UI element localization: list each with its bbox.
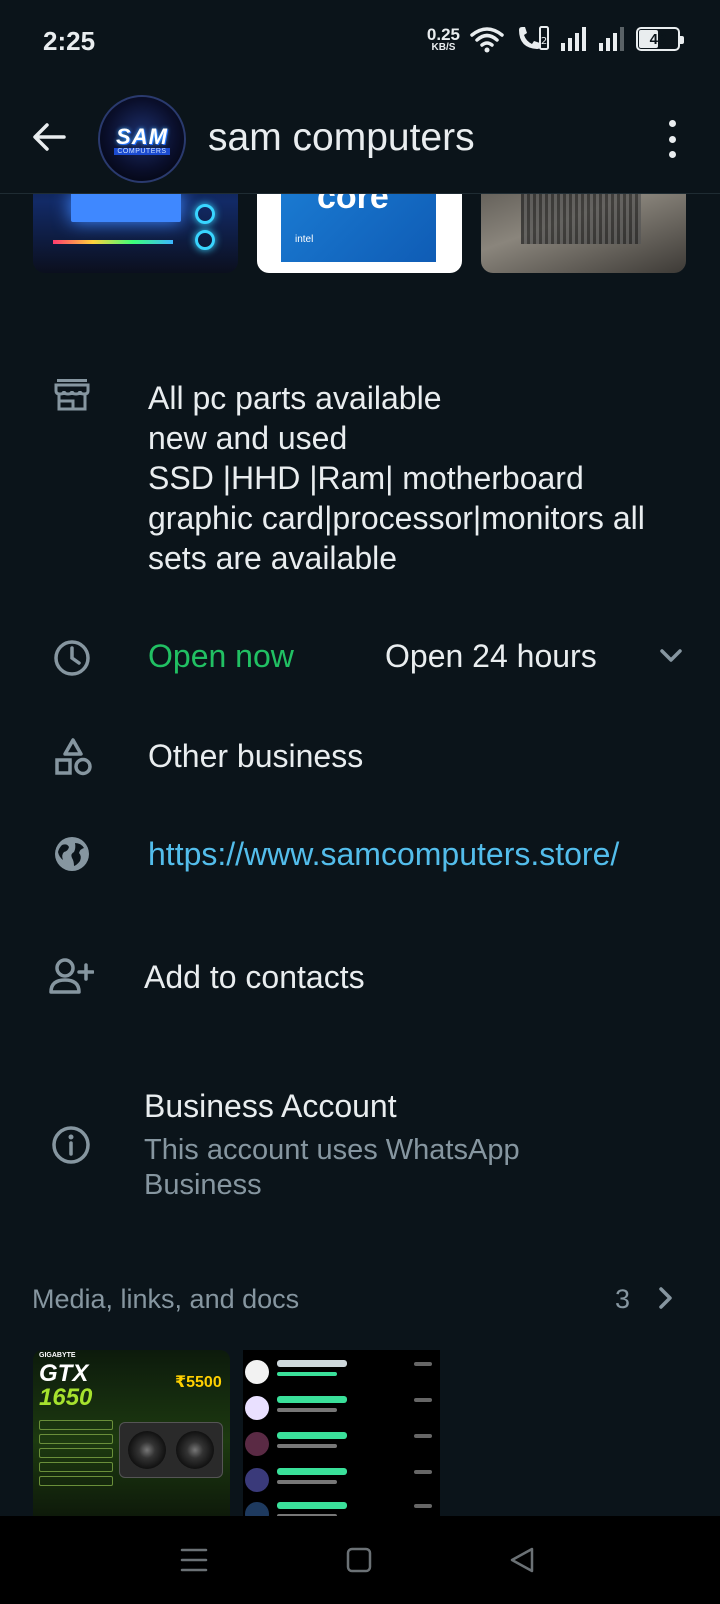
back-button[interactable] <box>24 112 74 162</box>
profile-title: sam computers <box>208 116 475 159</box>
avatar-logo-subtext: COMPUTERS <box>114 147 170 155</box>
status-bar: 2:25 0.25 KB/S 2 48 <box>0 0 720 84</box>
business-account-title[interactable]: Business Account <box>144 1088 397 1125</box>
profile-header: SAM COMPUTERS sam computers <box>0 86 720 194</box>
description-line: SSD |HHD |Ram| motherboard <box>148 460 584 496</box>
chevron-down-icon[interactable] <box>656 640 686 670</box>
media-ad-brand: GIGABYTE <box>39 1352 76 1359</box>
battery-icon: 48 <box>636 27 684 51</box>
signal-sim2-icon <box>599 27 624 51</box>
media-item-chat-screenshot[interactable] <box>243 1350 440 1516</box>
info-icon <box>50 1124 92 1166</box>
media-count[interactable]: 3 <box>615 1284 630 1315</box>
globe-icon <box>52 834 92 874</box>
business-account-subtitle: This account uses WhatsApp Business <box>144 1134 520 1201</box>
menu-lines-icon <box>180 1548 208 1572</box>
website-link[interactable]: https://www.samcomputers.store/ <box>148 836 619 873</box>
menu-dot <box>668 135 676 143</box>
recents-button[interactable] <box>174 1540 214 1580</box>
shapes-category-icon <box>52 736 94 778</box>
system-navigation-bar <box>0 1516 720 1604</box>
media-item-gpu-ad[interactable]: GIGABYTE GTX 1650 ₹5500 <box>33 1350 230 1516</box>
arrow-left-icon <box>33 123 66 151</box>
catalog-core-text: core <box>317 194 389 216</box>
description-line: sets are available <box>148 540 398 576</box>
catalog-item-pc-case[interactable] <box>481 194 686 273</box>
profile-avatar[interactable]: SAM COMPUTERS <box>98 95 186 183</box>
catalog-item-intel-processor[interactable]: core intel <box>257 194 462 273</box>
description-line: graphic card|processor|monitors all <box>148 500 645 536</box>
media-ad-price: ₹5500 <box>175 1374 222 1391</box>
volte-call-icon: 2 <box>519 26 549 50</box>
catalog-strip: core intel <box>0 194 720 280</box>
status-icons: 0.25 KB/S 2 48 <box>427 24 684 54</box>
business-category: Other business <box>148 738 364 774</box>
business-description: All pc parts available new and used SSD … <box>148 378 708 578</box>
signal-sim1-icon <box>561 27 586 51</box>
open-status[interactable]: Open now <box>148 638 294 675</box>
menu-dot <box>668 120 676 127</box>
media-section-heading[interactable]: Media, links, and docs <box>32 1284 299 1315</box>
home-button[interactable] <box>339 1540 379 1580</box>
more-options-button[interactable] <box>662 116 682 162</box>
media-ad-number: 1650 <box>39 1384 93 1411</box>
chevron-right-icon[interactable] <box>650 1283 680 1313</box>
add-to-contacts-button[interactable]: Add to contacts <box>144 959 365 996</box>
network-speed-value: 0.25 <box>426 24 460 44</box>
media-ad-model: GTX <box>39 1360 89 1387</box>
opening-hours[interactable]: Open 24 hours <box>385 638 597 675</box>
description-line: All pc parts available <box>148 380 442 416</box>
back-nav-button[interactable] <box>502 1540 542 1580</box>
description-line: new and used <box>148 420 348 456</box>
status-time: 2:25 <box>43 26 96 56</box>
catalog-item-pc-setup[interactable] <box>33 194 238 273</box>
network-speed: 0.25 KB/S <box>427 26 460 53</box>
svg-text:2: 2 <box>541 36 547 47</box>
square-home-icon <box>346 1547 372 1573</box>
clock-icon <box>52 638 92 678</box>
wifi-icon <box>470 27 504 53</box>
triangle-back-icon <box>510 1547 534 1573</box>
avatar-logo-text: SAM <box>116 123 168 149</box>
storefront-icon <box>52 376 92 412</box>
catalog-intel-text: intel <box>295 234 314 245</box>
add-contact-icon <box>48 956 94 996</box>
menu-dot <box>668 151 676 158</box>
business-profile-screen: 2:25 0.25 KB/S 2 48 SAM COMPUTERS sam co… <box>0 0 720 1604</box>
network-speed-unit: KB/S <box>431 41 456 53</box>
media-thumbnails: GIGABYTE GTX 1650 ₹5500 <box>0 1350 720 1516</box>
battery-level: 48 <box>649 30 667 48</box>
